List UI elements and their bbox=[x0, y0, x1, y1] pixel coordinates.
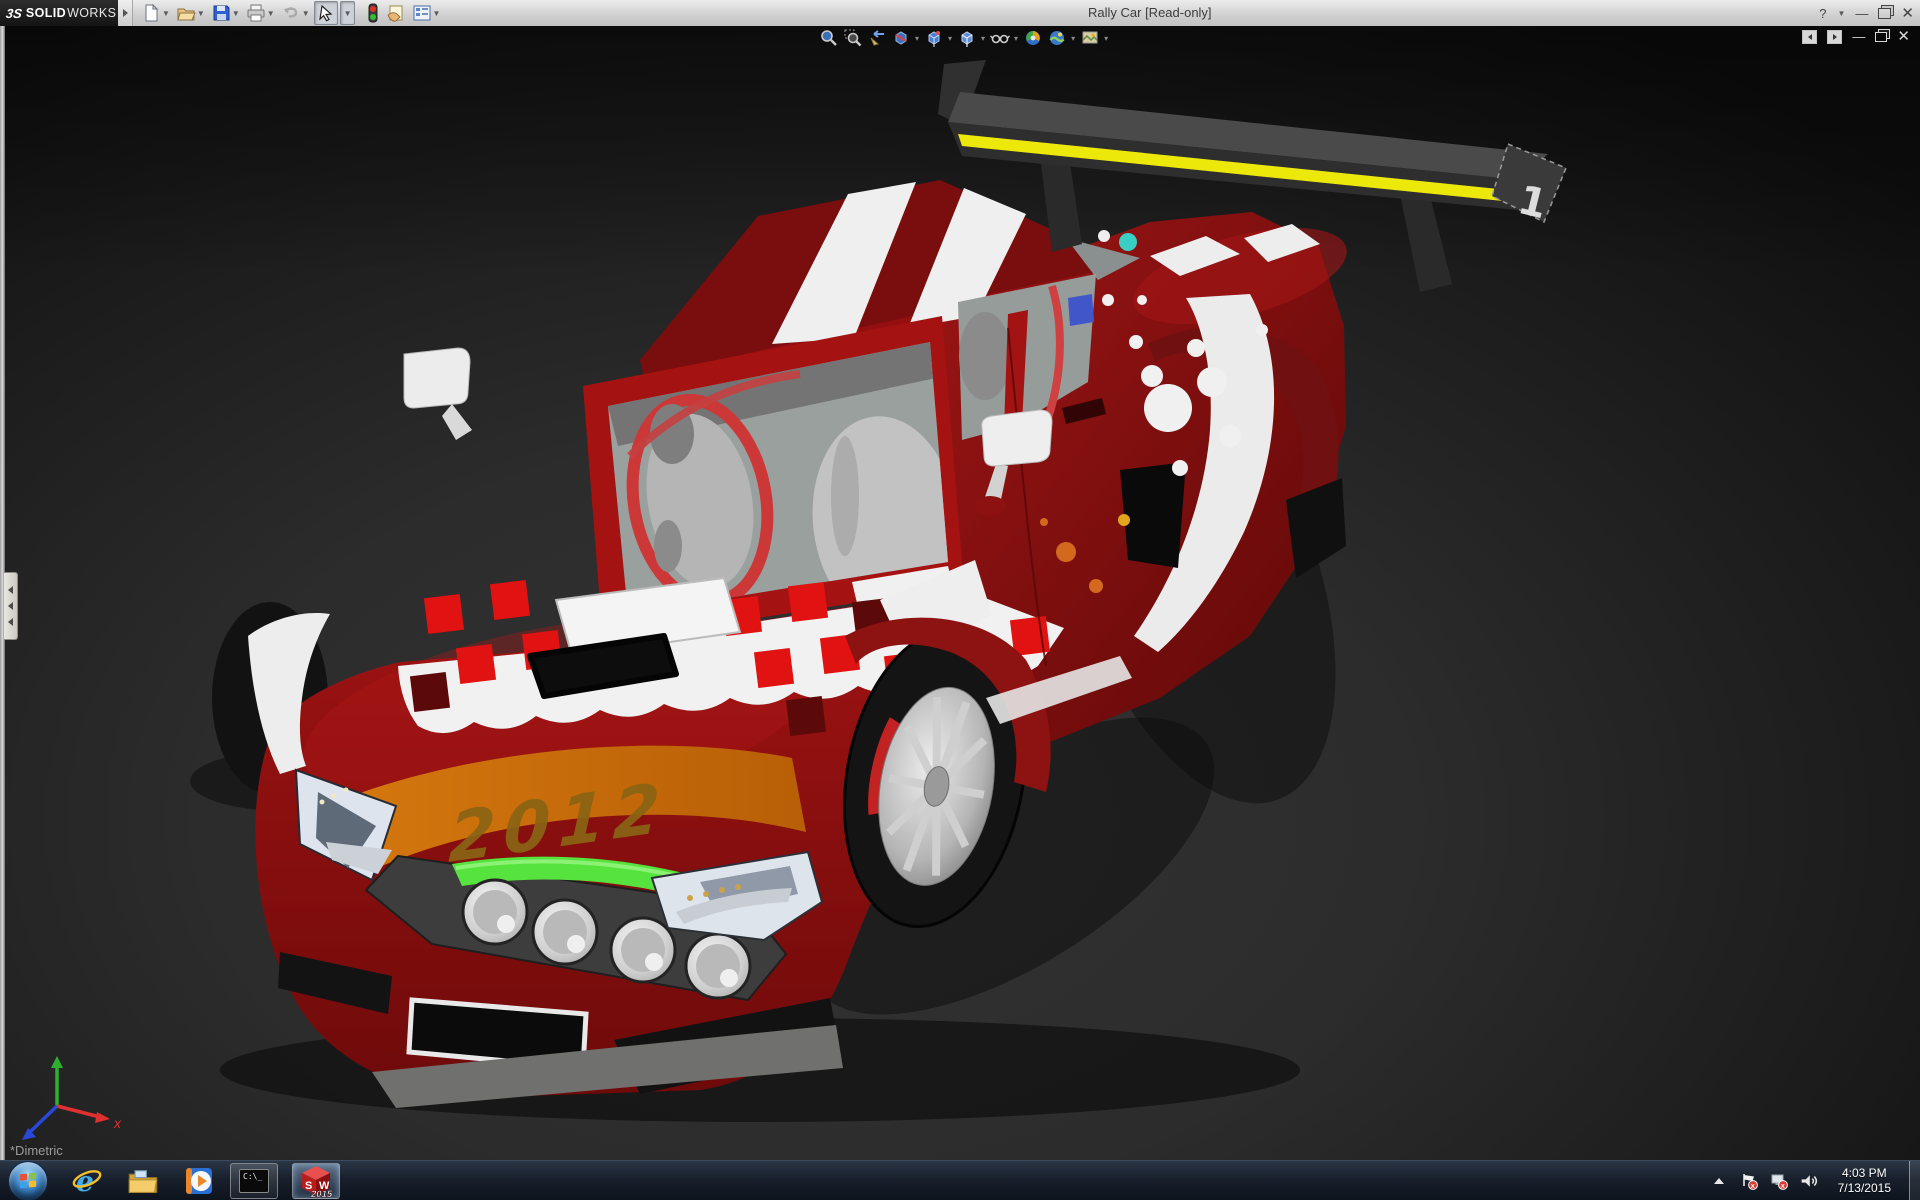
folder-icon bbox=[127, 1165, 159, 1197]
options-button[interactable]: ▼ bbox=[410, 2, 443, 24]
solidworks-logo: 3S SOLID WORKS bbox=[0, 0, 118, 26]
taskbar-item-command-prompt[interactable]: C:\_ bbox=[230, 1163, 278, 1199]
previous-view-icon[interactable] bbox=[866, 29, 887, 47]
dassault-3s-mark: 3S bbox=[5, 6, 23, 21]
view-orientation-icon[interactable] bbox=[923, 29, 944, 47]
section-view-icon[interactable] bbox=[890, 29, 911, 47]
open-folder-icon bbox=[176, 3, 196, 23]
svg-text:2015: 2015 bbox=[310, 1189, 333, 1198]
titlebar: 3S SOLID WORKS ▼ ▼ bbox=[0, 0, 1920, 27]
help-button[interactable]: ? bbox=[1819, 7, 1826, 20]
open-button[interactable]: ▼ bbox=[174, 2, 207, 24]
solidworks-2015-icon: S W 2015 bbox=[299, 1164, 333, 1198]
select-tool-button[interactable] bbox=[314, 1, 338, 25]
windows-flag-icon bbox=[17, 1170, 39, 1192]
volume-icon[interactable] bbox=[1800, 1172, 1818, 1190]
doc-restore-button[interactable] bbox=[1875, 32, 1887, 42]
rally-car-model[interactable]: 2012 bbox=[0, 26, 1920, 1160]
main-toolbar: ▼ ▼ ▼ ▼ bbox=[138, 0, 443, 26]
clock-date: 7/13/2015 bbox=[1838, 1181, 1891, 1196]
show-desktop-button[interactable] bbox=[1909, 1161, 1920, 1200]
save-floppy-icon bbox=[211, 3, 231, 23]
network-error-icon[interactable]: x bbox=[1770, 1172, 1788, 1190]
hide-show-items-icon[interactable] bbox=[989, 29, 1010, 47]
graphics-area[interactable]: 2012 bbox=[0, 26, 1920, 1160]
help-dropdown[interactable]: ▼ bbox=[1838, 9, 1846, 18]
document-window-controls: — ✕ bbox=[1802, 29, 1910, 44]
file-properties-icon bbox=[386, 3, 406, 23]
zoom-to-area-icon[interactable] bbox=[842, 29, 863, 47]
undo-button[interactable]: ▼ bbox=[279, 2, 312, 24]
close-button[interactable]: ✕ bbox=[1901, 6, 1914, 21]
feature-manager-collapsed-tab[interactable] bbox=[4, 572, 18, 640]
taskbar-item-internet-explorer[interactable]: e bbox=[70, 1164, 104, 1198]
solidworks-window: 3S SOLID WORKS ▼ ▼ bbox=[0, 0, 1920, 1200]
undo-icon bbox=[281, 3, 301, 23]
doc-minimize-button[interactable]: — bbox=[1852, 30, 1865, 43]
command-prompt-icon: C:\_ bbox=[239, 1169, 269, 1193]
heads-up-view-toolbar: ▾ ▾ ▾ ▾ ▾ ▾ bbox=[818, 29, 1109, 47]
edit-appearance-icon[interactable] bbox=[1022, 29, 1043, 47]
internet-explorer-icon: e bbox=[71, 1165, 103, 1197]
taskbar-item-solidworks-2015[interactable]: S W 2015 bbox=[292, 1163, 340, 1199]
taskbar-item-media-player[interactable] bbox=[182, 1164, 216, 1198]
window-controls: ? ▼ — ✕ bbox=[1819, 0, 1914, 26]
taskbar-item-windows-explorer[interactable] bbox=[126, 1164, 160, 1198]
select-cursor-icon bbox=[317, 4, 335, 22]
options-icon bbox=[412, 3, 432, 23]
left-mirror[interactable] bbox=[404, 348, 472, 440]
doc-close-button[interactable]: ✕ bbox=[1897, 29, 1910, 44]
system-tray: x x 4:03 PM bbox=[1710, 1161, 1920, 1200]
media-player-icon bbox=[183, 1165, 215, 1197]
new-document-button[interactable]: ▼ bbox=[139, 2, 172, 24]
taskbar-clock[interactable]: 4:03 PM 7/13/2015 bbox=[1838, 1166, 1891, 1196]
svg-text:e: e bbox=[76, 1165, 94, 1197]
brand-solid: SOLID bbox=[26, 6, 66, 20]
orientation-triad: x bbox=[22, 1056, 122, 1140]
triad-x-label: x bbox=[113, 1115, 122, 1131]
print-button[interactable]: ▼ bbox=[244, 2, 277, 24]
menu-expand-arrow[interactable] bbox=[118, 0, 133, 26]
start-button[interactable] bbox=[8, 1161, 48, 1200]
collapse-right-pane-icon[interactable] bbox=[1827, 30, 1842, 44]
zoom-to-fit-icon[interactable] bbox=[818, 29, 839, 47]
save-button[interactable]: ▼ bbox=[209, 2, 242, 24]
view-orientation-label: *Dimetric bbox=[10, 1143, 63, 1158]
restore-button[interactable] bbox=[1878, 8, 1891, 19]
rebuild-button[interactable] bbox=[364, 2, 382, 24]
minimize-button[interactable]: — bbox=[1855, 7, 1868, 20]
select-tool-dropdown[interactable]: ▼ bbox=[340, 1, 355, 25]
apply-scene-icon[interactable] bbox=[1046, 29, 1067, 47]
view-settings-icon[interactable] bbox=[1079, 29, 1100, 47]
clock-time: 4:03 PM bbox=[1838, 1166, 1891, 1181]
document-title: Rally Car [Read-only] bbox=[1088, 5, 1212, 20]
action-center-flag-icon[interactable]: x bbox=[1740, 1172, 1758, 1190]
taskbar: e C:\_ bbox=[0, 1160, 1920, 1200]
collapse-left-pane-icon[interactable] bbox=[1802, 30, 1817, 44]
printer-icon bbox=[246, 3, 266, 23]
file-properties-button[interactable] bbox=[384, 2, 408, 24]
brand-works: WORKS bbox=[67, 6, 116, 20]
display-style-icon[interactable] bbox=[956, 29, 977, 47]
hidden-icons-button[interactable] bbox=[1710, 1172, 1728, 1190]
new-document-icon bbox=[141, 3, 161, 23]
rebuild-traffic-light-icon bbox=[366, 3, 380, 23]
